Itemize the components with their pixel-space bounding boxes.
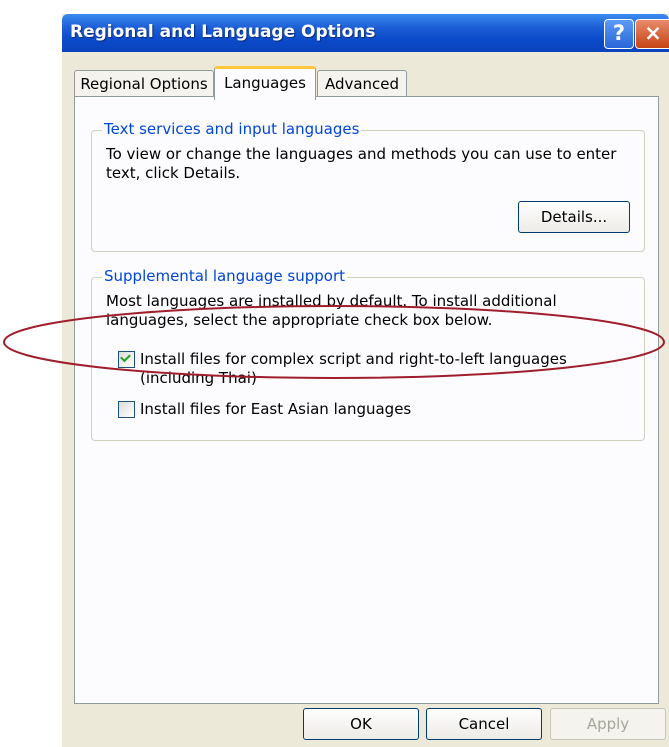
help-button[interactable]: ? — [604, 19, 634, 49]
east-asian-label: Install files for East Asian languages — [140, 400, 412, 418]
tab-advanced[interactable]: Advanced — [317, 70, 407, 97]
east-asian-checkbox[interactable] — [118, 401, 135, 418]
window-title: Regional and Language Options — [70, 22, 376, 42]
ok-button[interactable]: OK — [303, 708, 419, 740]
languages-panel: Text services and input languages To vie… — [74, 96, 659, 704]
close-button[interactable]: × — [635, 19, 669, 49]
supplemental-description: Most languages are installed by default.… — [106, 292, 557, 329]
text-services-group: Text services and input languages To vie… — [91, 120, 645, 252]
tab-regional-options[interactable]: Regional Options — [74, 70, 214, 97]
title-bar[interactable]: Regional and Language Options ? × — [62, 14, 669, 52]
tab-languages[interactable]: Languages — [214, 66, 316, 100]
cancel-button[interactable]: Cancel — [426, 708, 542, 740]
text-services-legend: Text services and input languages — [102, 120, 362, 138]
details-button[interactable]: Details... — [518, 201, 630, 233]
supplemental-language-group: Supplemental language support Most langu… — [91, 267, 645, 441]
complex-script-checkbox[interactable] — [118, 351, 135, 368]
supplemental-legend: Supplemental language support — [102, 267, 348, 285]
complex-script-label: Install files for complex script and rig… — [140, 350, 567, 387]
apply-button: Apply — [550, 708, 666, 740]
dialog-window: Regional and Language Options ? × Region… — [62, 14, 669, 747]
checkmark-icon — [120, 351, 131, 363]
text-services-description: To view or change the languages and meth… — [106, 145, 617, 182]
